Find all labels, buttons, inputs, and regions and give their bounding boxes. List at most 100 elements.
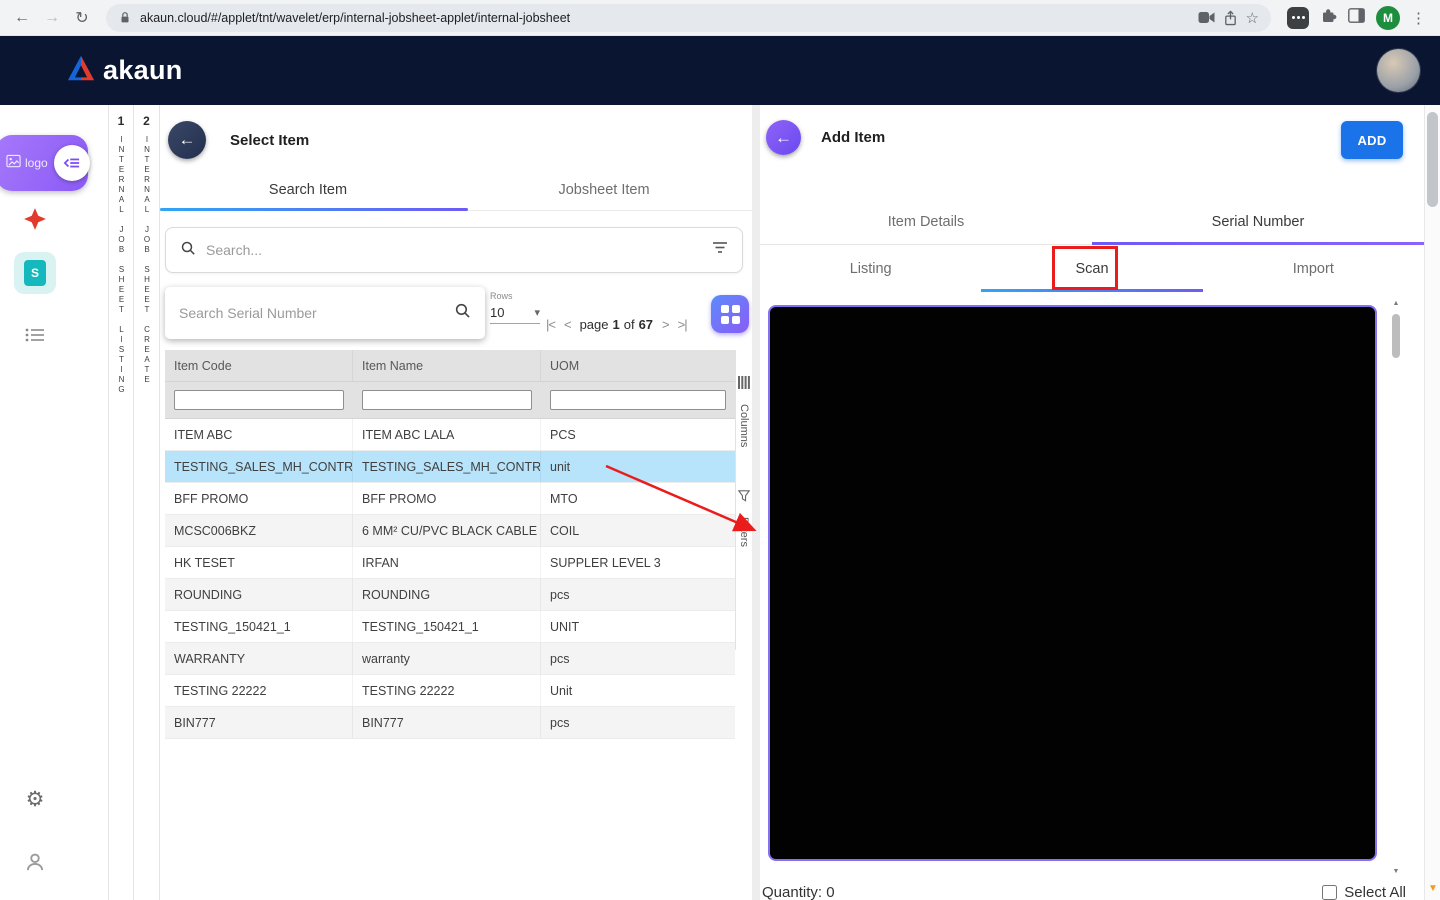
browser-reload-icon[interactable]: ↻ xyxy=(68,4,96,32)
subtab-scan[interactable]: Scan xyxy=(981,245,1202,292)
list-menu-icon[interactable] xyxy=(0,327,70,343)
rows-label: Rows xyxy=(490,291,513,301)
user-avatar[interactable] xyxy=(1377,49,1420,92)
cell-uom: COIL xyxy=(550,523,580,538)
filters-label[interactable]: Filters xyxy=(738,517,750,547)
table-row[interactable]: ROUNDING ROUNDING pcs xyxy=(165,579,735,611)
collapse-menu-icon[interactable] xyxy=(54,145,90,181)
first-page-button[interactable]: |< xyxy=(546,317,556,332)
workspace-tab-listing[interactable]: 1 INTERNAL JOB SHEET LISTING xyxy=(108,105,134,900)
select-item-title: Select Item xyxy=(230,131,310,149)
view-layout-button[interactable] xyxy=(711,295,749,333)
scroll-down-icon[interactable]: ▼ xyxy=(1425,884,1440,894)
subtab-import[interactable]: Import xyxy=(1203,245,1424,292)
camera-icon[interactable] xyxy=(1198,11,1215,24)
browser-back-icon[interactable]: ← xyxy=(8,4,36,32)
subtab-listing[interactable]: Listing xyxy=(760,245,981,292)
tab-search-item[interactable]: Search Item xyxy=(160,169,456,210)
back-button[interactable]: ← xyxy=(766,120,801,155)
tab-item-details[interactable]: Item Details xyxy=(760,200,1092,244)
table-row[interactable]: BIN777 BIN777 pcs xyxy=(165,707,735,739)
browser-profile-avatar[interactable]: M xyxy=(1376,5,1400,30)
page-word: page xyxy=(579,316,609,332)
cell-item-code: TESTING 22222 xyxy=(165,675,353,706)
uom-filter-input[interactable] xyxy=(550,390,726,410)
table-row[interactable]: TESTING_150421_1 TESTING_150421_1 UNIT xyxy=(165,611,735,643)
cell-uom: pcs xyxy=(550,587,570,602)
bookmark-star-icon[interactable]: ☆ xyxy=(1246,9,1259,27)
table-row[interactable]: TESTING 22222 TESTING 22222 Unit xyxy=(165,675,735,707)
scroll-up-icon[interactable]: ▲ xyxy=(1393,300,1400,307)
workspace-tab-number: 2 xyxy=(143,114,150,128)
select-all-checkbox[interactable] xyxy=(1322,885,1338,900)
back-button[interactable]: ← xyxy=(168,121,206,159)
filter-list-icon[interactable] xyxy=(712,241,728,259)
rows-per-page-select[interactable]: 10 ▾ xyxy=(490,305,540,324)
item-code-filter-input[interactable] xyxy=(174,390,344,410)
org-logo-label: logo xyxy=(25,156,48,170)
panel-divider xyxy=(752,105,760,900)
tab-jobsheet-item[interactable]: Jobsheet Item xyxy=(456,169,752,210)
next-page-button[interactable]: > xyxy=(662,317,670,332)
prev-page-button[interactable]: < xyxy=(564,317,572,332)
cell-uom: MTO xyxy=(550,491,578,506)
last-page-button[interactable]: >| xyxy=(678,317,688,332)
table-row-selected[interactable]: TESTING_SALES_MH_CONTRACT TESTING_SALES_… xyxy=(165,451,735,483)
cell-uom: unit xyxy=(550,459,571,474)
table-row[interactable]: HK TESET IRFAN SUPPLER LEVEL 3 xyxy=(165,547,735,579)
side-panel-icon[interactable] xyxy=(1348,7,1365,28)
scroll-down-icon[interactable]: ▼ xyxy=(1393,868,1400,875)
wavelet-logo-icon[interactable] xyxy=(0,207,70,231)
select-item-panel: ← Select Item Search Item Jobsheet Item … xyxy=(160,105,752,900)
cell-item-name: BIN777 xyxy=(353,707,541,738)
url-text[interactable]: akaun.cloud/#/applet/tnt/wavelet/erp/int… xyxy=(140,11,1190,25)
table-side-rail: Columns Filters xyxy=(735,350,752,650)
akaun-logo-icon xyxy=(66,53,96,88)
puzzle-icon[interactable] xyxy=(1320,7,1337,29)
page-scrollbar[interactable]: ▼ xyxy=(1424,105,1440,900)
address-bar[interactable]: akaun.cloud/#/applet/tnt/wavelet/erp/int… xyxy=(106,3,1271,32)
search-icon xyxy=(180,240,196,261)
extension-badge-icon[interactable] xyxy=(1287,6,1309,29)
browser-forward-icon[interactable]: → xyxy=(38,4,66,32)
tab-serial-number[interactable]: Serial Number xyxy=(1092,200,1424,244)
browser-menu-icon[interactable]: ⋮ xyxy=(1411,9,1426,27)
org-logo-pill[interactable]: logo xyxy=(0,135,90,191)
item-search-input[interactable] xyxy=(206,242,702,258)
camera-scan-viewport xyxy=(768,305,1377,861)
table-row[interactable]: MCSC006BKZ 6 MM² CU/PVC BLACK CABLE 1...… xyxy=(165,515,735,547)
cell-uom: pcs xyxy=(550,651,570,666)
filter-cell xyxy=(541,390,735,410)
table-row[interactable]: BFF PROMO BFF PROMO MTO xyxy=(165,483,735,515)
serial-search-input[interactable] xyxy=(179,305,446,321)
select-all-label: Select All xyxy=(1344,884,1406,900)
settings-gear-icon[interactable]: ⚙ xyxy=(0,787,70,812)
jobsheet-applet-icon[interactable]: S xyxy=(0,252,70,294)
cell-uom: pcs xyxy=(550,715,570,730)
cell-item-name: TESTING 22222 xyxy=(353,675,541,706)
columns-icon[interactable] xyxy=(738,376,750,394)
cell-item-name: TESTING_SALES_MH_CONTRACT xyxy=(353,451,541,482)
panel-scrollbar[interactable]: ▲ ▼ xyxy=(1390,300,1402,875)
cell-item-code: BIN777 xyxy=(165,707,353,738)
broken-image-icon xyxy=(6,154,21,173)
item-name-filter-input[interactable] xyxy=(362,390,532,410)
workspace-tab-create[interactable]: 2 INTERNAL JOB SHEET CREATE xyxy=(134,105,160,900)
table-row[interactable]: ITEM ABC ITEM ABC LALA PCS xyxy=(165,419,735,451)
header-uom: UOM xyxy=(550,358,580,373)
cell-item-code: TESTING_SALES_MH_CONTRACT xyxy=(165,451,353,482)
table-row[interactable]: WARRANTY warranty pcs xyxy=(165,643,735,675)
cell-item-code: ROUNDING xyxy=(165,579,353,610)
quantity-text: Quantity: 0 xyxy=(762,884,835,900)
cell-item-name: ROUNDING xyxy=(353,579,541,610)
columns-label[interactable]: Columns xyxy=(738,404,750,447)
filters-funnel-icon[interactable] xyxy=(737,489,751,507)
share-icon[interactable] xyxy=(1223,10,1238,26)
browser-toolbar: ← → ↻ akaun.cloud/#/applet/tnt/wavelet/e… xyxy=(0,0,1440,36)
search-icon[interactable] xyxy=(454,302,471,324)
cell-item-code: HK TESET xyxy=(165,547,353,578)
scrollbar-thumb[interactable] xyxy=(1427,112,1438,207)
add-button[interactable]: ADD xyxy=(1341,121,1403,159)
profile-person-icon[interactable] xyxy=(0,852,70,872)
scrollbar-thumb[interactable] xyxy=(1392,314,1400,358)
